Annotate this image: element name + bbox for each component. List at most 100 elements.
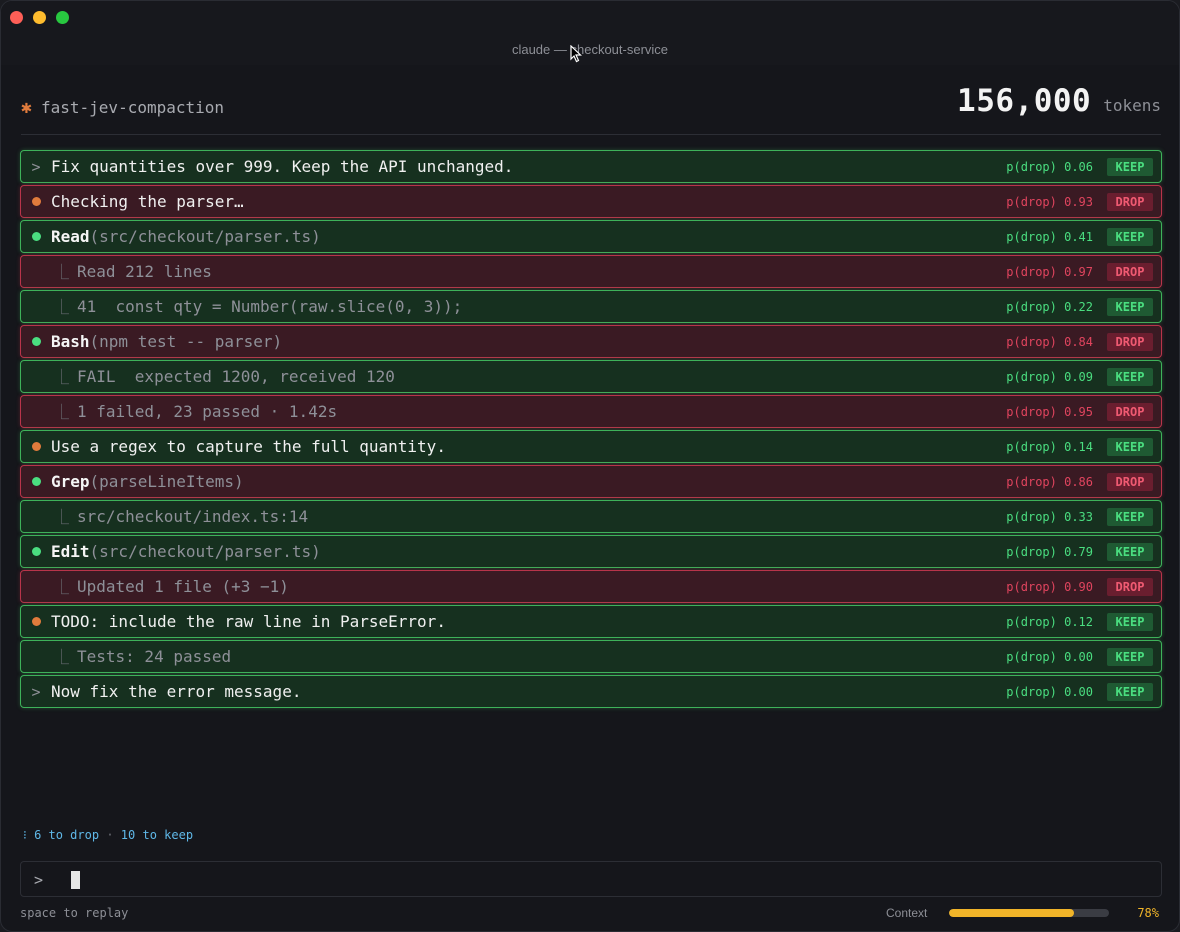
drop-badge[interactable]: DROP (1107, 193, 1153, 211)
row-text: FAIL expected 1200, received 120 (77, 367, 395, 386)
drop-probability: p(drop) 0.95 (1006, 405, 1093, 419)
tool-call: Read(src/checkout/parser.ts) (51, 227, 321, 246)
tool-args: (src/checkout/parser.ts) (89, 227, 321, 246)
tool-args: (src/checkout/parser.ts) (89, 542, 321, 561)
summary-icon: ⁝ (23, 828, 27, 842)
tool-name: Read (51, 227, 90, 246)
keep-badge[interactable]: KEEP (1107, 543, 1153, 561)
keep-badge[interactable]: KEEP (1107, 298, 1153, 316)
orange-dot-icon (31, 617, 41, 626)
branch-icon: ⎿ (53, 578, 69, 596)
keep-badge[interactable]: KEEP (1107, 228, 1153, 246)
transcript-row[interactable]: > Fix quantities over 999. Keep the API u… (20, 150, 1162, 183)
keep-badge[interactable]: KEEP (1107, 158, 1153, 176)
drop-count: 6 to drop (34, 828, 100, 842)
transcript-row[interactable]: Grep(parseLineItems) p(drop) 0.86 DROP (20, 465, 1162, 498)
replay-hint: space to replay (20, 906, 129, 920)
drop-probability: p(drop) 0.79 (1006, 545, 1093, 559)
asterisk-icon: ✱ (21, 97, 32, 118)
transcript-list: > Fix quantities over 999. Keep the API u… (20, 150, 1162, 710)
transcript-row[interactable]: > Now fix the error message. p(drop) 0.00 K… (20, 675, 1162, 708)
tool-call: Edit(src/checkout/parser.ts) (51, 542, 321, 561)
branch-icon: ⎿ (53, 403, 69, 421)
transcript-row[interactable]: TODO: include the raw line in ParseError… (20, 605, 1162, 638)
drop-probability: p(drop) 0.84 (1006, 335, 1093, 349)
session-header: ✱ fast-jev-compaction 156,000 tokens (21, 81, 1161, 135)
drop-probability: p(drop) 0.09 (1006, 370, 1093, 384)
text-caret (71, 871, 80, 889)
prompt-chevron-icon: > (21, 158, 51, 176)
drop-probability: p(drop) 0.00 (1006, 685, 1093, 699)
transcript-row[interactable]: ⎿ Read 212 lines p(drop) 0.97 DROP (20, 255, 1162, 288)
drop-badge[interactable]: DROP (1107, 333, 1153, 351)
drop-badge[interactable]: DROP (1107, 473, 1153, 491)
context-percent: 78% (1137, 906, 1159, 920)
compaction-summary: ⁝ 6 to drop · 10 to keep (23, 828, 193, 842)
prompt-chevron-glyph: > (31, 682, 41, 701)
transcript-row[interactable]: ⎿ 41 const qty = Number(raw.slice(0, 3));… (20, 290, 1162, 323)
row-text: Fix quantities over 999. Keep the API un… (51, 157, 514, 176)
green-dot-icon (31, 547, 41, 556)
branch-icon: ⎿ (53, 648, 69, 666)
transcript-row[interactable]: ⎿ Updated 1 file (+3 −1) p(drop) 0.90 DROP (20, 570, 1162, 603)
drop-probability: p(drop) 0.12 (1006, 615, 1093, 629)
keep-badge[interactable]: KEEP (1107, 613, 1153, 631)
tool-name: Edit (51, 542, 90, 561)
row-text: Now fix the error message. (51, 682, 302, 701)
title-bar: claude — checkout-service (1, 1, 1179, 65)
transcript-row[interactable]: ⎿ FAIL expected 1200, received 120 p(drop)… (20, 360, 1162, 393)
branch-icon: ⎿ (53, 298, 69, 316)
drop-probability: p(drop) 0.14 (1006, 440, 1093, 454)
row-text: src/checkout/index.ts:14 (77, 507, 309, 526)
mouse-cursor-icon (570, 45, 582, 63)
transcript-row[interactable]: ⎿ 1 failed, 23 passed · 1.42s p(drop) 0.95… (20, 395, 1162, 428)
status-dot-icon (21, 477, 51, 486)
keep-badge[interactable]: KEEP (1107, 508, 1153, 526)
status-dot-icon (21, 442, 51, 451)
transcript-row[interactable]: Read(src/checkout/parser.ts) p(drop) 0.41… (20, 220, 1162, 253)
keep-badge[interactable]: KEEP (1107, 368, 1153, 386)
green-dot-icon (31, 232, 41, 241)
drop-badge[interactable]: DROP (1107, 263, 1153, 281)
zoom-window-button[interactable] (56, 11, 69, 24)
tool-args: (npm test -- parser) (89, 332, 283, 351)
tool-name: Bash (51, 332, 90, 351)
status-dot-icon (21, 547, 51, 556)
green-dot-icon (31, 337, 41, 346)
transcript-row[interactable]: Use a regex to capture the full quantity… (20, 430, 1162, 463)
keep-badge[interactable]: KEEP (1107, 683, 1153, 701)
branch-icon: ⎿ (53, 508, 69, 526)
drop-probability: p(drop) 0.00 (1006, 650, 1093, 664)
token-count: 156,000 (957, 83, 1092, 119)
minimize-window-button[interactable] (33, 11, 46, 24)
row-text: TODO: include the raw line in ParseError… (51, 612, 446, 631)
row-text: Tests: 24 passed (77, 647, 232, 666)
token-counter: 156,000 tokens (957, 83, 1161, 119)
prompt-input[interactable]: > (20, 861, 1162, 897)
summary-separator: · (106, 828, 114, 842)
drop-probability: p(drop) 0.33 (1006, 510, 1093, 524)
row-text: Use a regex to capture the full quantity… (51, 437, 446, 456)
drop-badge[interactable]: DROP (1107, 578, 1153, 596)
status-dot-icon (21, 617, 51, 626)
drop-badge[interactable]: DROP (1107, 403, 1153, 421)
transcript-row[interactable]: ⎿ src/checkout/index.ts:14 p(drop) 0.33 KEE… (20, 500, 1162, 533)
transcript-row[interactable]: Edit(src/checkout/parser.ts) p(drop) 0.79… (20, 535, 1162, 568)
branch-icon: ⎿ (53, 368, 69, 386)
window-title: claude — checkout-service (511, 42, 669, 57)
row-text: 1 failed, 23 passed · 1.42s (77, 402, 338, 421)
row-text: Read 212 lines (77, 262, 212, 281)
transcript-row[interactable]: Checking the parser… p(drop) 0.93 DROP (20, 185, 1162, 218)
row-text: Updated 1 file (+3 −1) (77, 577, 289, 596)
context-usage-bar (949, 909, 1109, 917)
transcript-row[interactable]: ⎿ Tests: 24 passed p(drop) 0.00 KEEP (20, 640, 1162, 673)
tool-args: (parseLineItems) (89, 472, 244, 491)
keep-badge[interactable]: KEEP (1107, 648, 1153, 666)
transcript-row[interactable]: Bash(npm test -- parser) p(drop) 0.84 DROP (20, 325, 1162, 358)
orange-dot-icon (31, 197, 41, 206)
status-dot-icon (21, 197, 51, 206)
orange-dot-icon (31, 442, 41, 451)
keep-badge[interactable]: KEEP (1107, 438, 1153, 456)
green-dot-icon (31, 477, 41, 486)
close-window-button[interactable] (10, 11, 23, 24)
